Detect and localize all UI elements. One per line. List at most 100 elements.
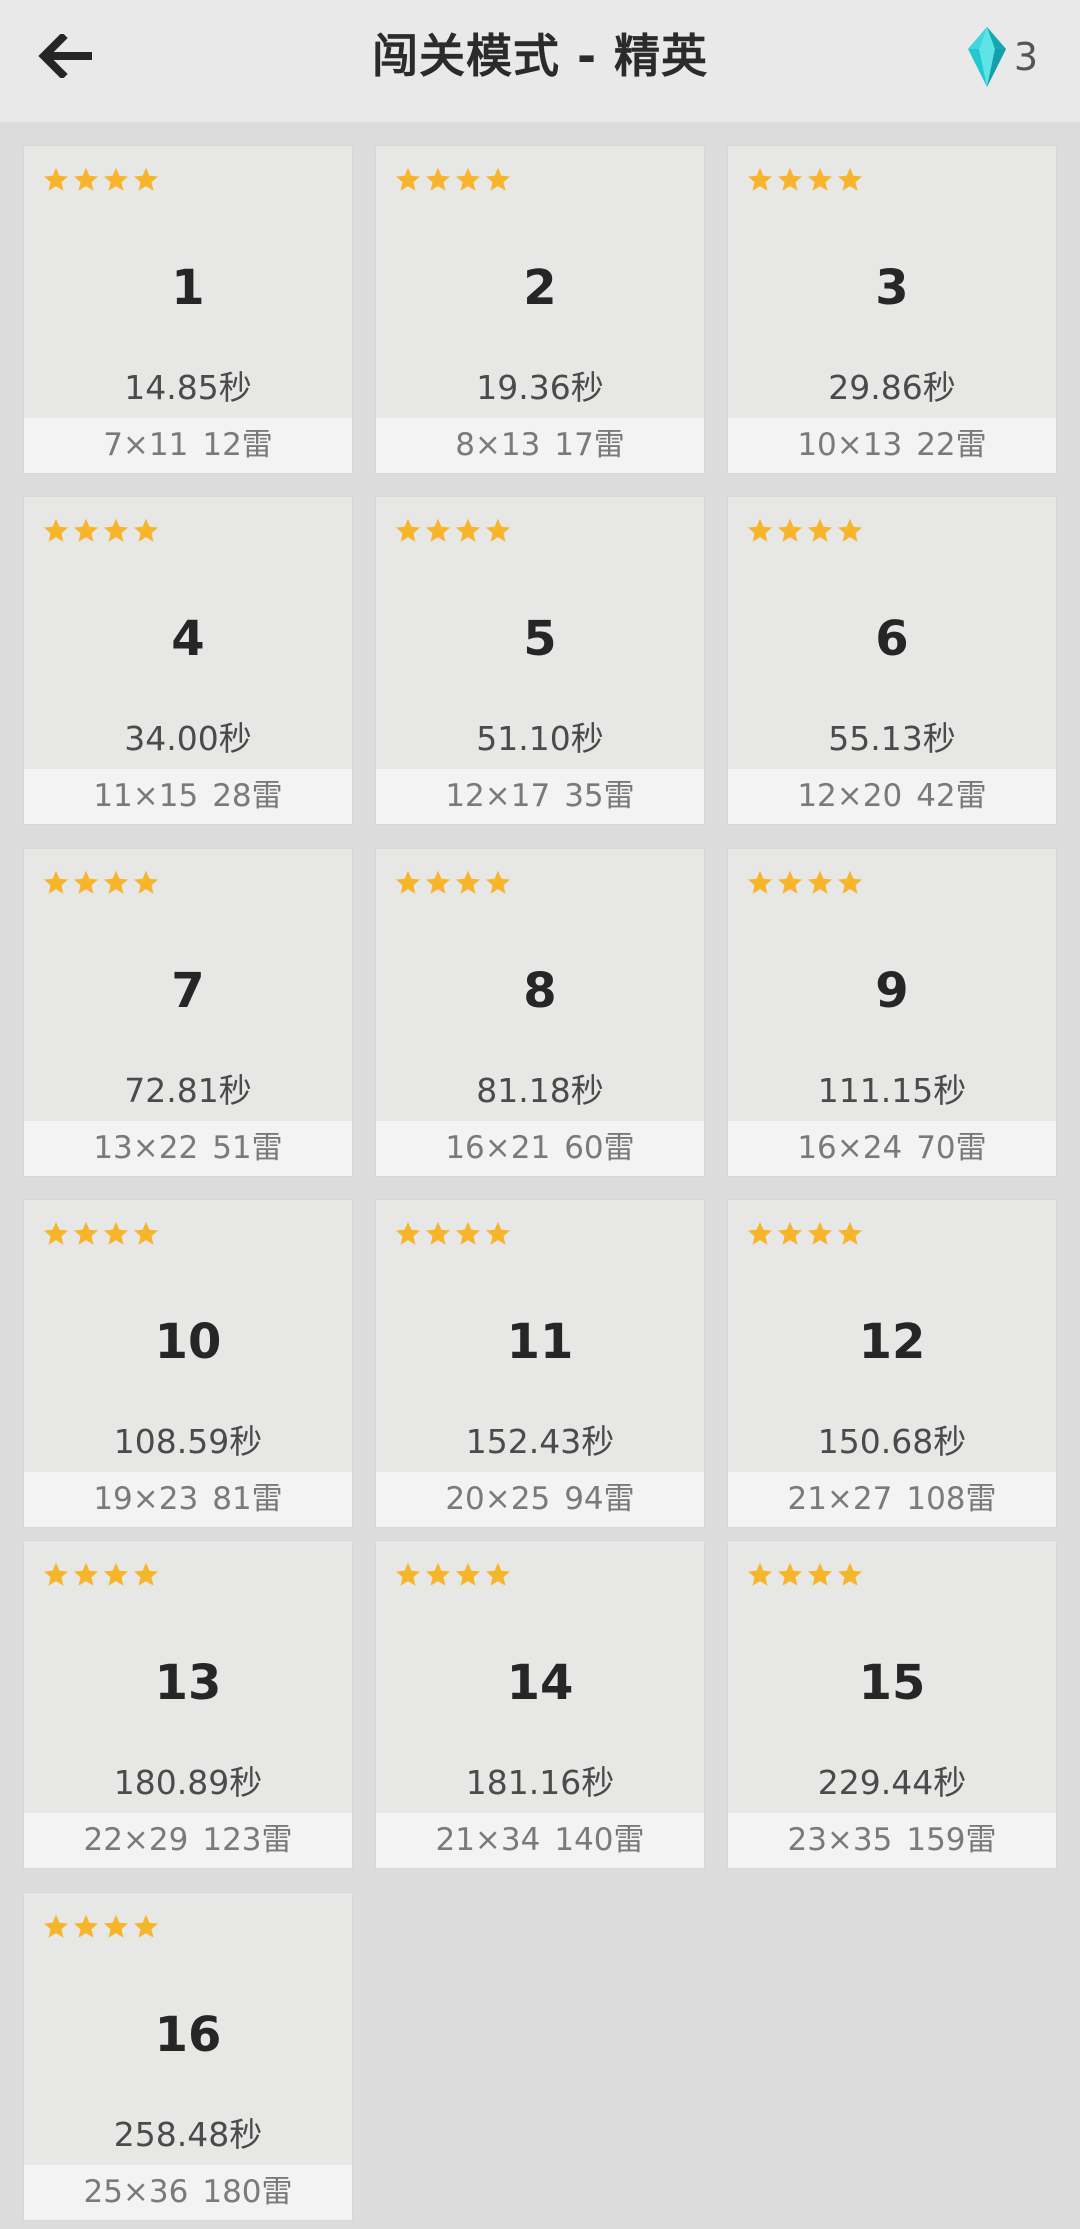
board-details: 10×13 22雷 — [728, 418, 1056, 473]
best-time: 258.48秒 — [113, 2115, 263, 2154]
star-icon — [133, 1914, 159, 1938]
star-icon — [73, 518, 99, 542]
star-rating — [42, 1561, 160, 1591]
board-size: 11×15 — [93, 778, 199, 814]
board-size: 10×13 — [797, 427, 903, 463]
star-icon — [133, 1221, 159, 1245]
level-card-10[interactable]: 10 108.59秒 19×23 81雷 — [24, 1200, 352, 1527]
best-time: 108.59秒 — [113, 1422, 263, 1461]
star-icon — [43, 518, 69, 542]
board-size: 25×36 — [83, 2174, 189, 2210]
level-card-6[interactable]: 6 55.13秒 12×20 42雷 — [728, 497, 1056, 824]
level-card-4[interactable]: 4 34.00秒 11×15 28雷 — [24, 497, 352, 824]
level-card-13[interactable]: 13 180.89秒 22×29 123雷 — [24, 1541, 352, 1868]
level-number: 2 — [523, 260, 557, 316]
level-card-16[interactable]: 16 258.48秒 25×36 180雷 — [24, 1893, 352, 2220]
board-size: 21×27 — [787, 1481, 893, 1517]
mine-count: 60雷 — [564, 1130, 635, 1166]
level-card-11[interactable]: 11 152.43秒 20×25 94雷 — [376, 1200, 704, 1527]
star-rating — [42, 1913, 160, 1943]
board-size: 8×13 — [455, 427, 541, 463]
level-grid: 1 14.85秒 7×11 12雷 2 19.36秒 8×13 17雷 3 29.86秒 10×13… — [0, 0, 1080, 2229]
level-number: 16 — [154, 2007, 222, 2063]
star-icon — [425, 1562, 451, 1586]
board-details: 22×29 123雷 — [24, 1813, 352, 1868]
star-icon — [455, 1221, 481, 1245]
star-rating — [42, 517, 160, 547]
level-card-2[interactable]: 2 19.36秒 8×13 17雷 — [376, 146, 704, 473]
board-size: 12×20 — [797, 778, 903, 814]
level-number: 15 — [858, 1655, 926, 1711]
star-icon — [485, 167, 511, 191]
star-icon — [425, 1221, 451, 1245]
level-number: 5 — [523, 611, 557, 667]
star-icon — [807, 518, 833, 542]
best-time: 55.13秒 — [828, 719, 956, 758]
star-icon — [395, 518, 421, 542]
best-time: 81.18秒 — [476, 1071, 604, 1110]
level-card-12[interactable]: 12 150.68秒 21×27 108雷 — [728, 1200, 1056, 1527]
level-card-8[interactable]: 8 81.18秒 16×21 60雷 — [376, 849, 704, 1176]
best-time: 180.89秒 — [113, 1763, 263, 1802]
level-card-15[interactable]: 15 229.44秒 23×35 159雷 — [728, 1541, 1056, 1868]
level-number: 9 — [875, 963, 909, 1019]
star-icon — [837, 870, 863, 894]
star-rating — [394, 517, 512, 547]
star-icon — [747, 1562, 773, 1586]
level-card-7[interactable]: 7 72.81秒 13×22 51雷 — [24, 849, 352, 1176]
star-rating — [746, 1220, 864, 1250]
level-card-3[interactable]: 3 29.86秒 10×13 22雷 — [728, 146, 1056, 473]
star-icon — [43, 1562, 69, 1586]
mine-count: 81雷 — [212, 1481, 283, 1517]
star-rating — [42, 166, 160, 196]
star-rating — [746, 869, 864, 899]
board-details: 25×36 180雷 — [24, 2165, 352, 2220]
level-card-14[interactable]: 14 181.16秒 21×34 140雷 — [376, 1541, 704, 1868]
star-icon — [807, 870, 833, 894]
board-details: 21×34 140雷 — [376, 1813, 704, 1868]
star-icon — [73, 167, 99, 191]
mine-count: 17雷 — [554, 427, 625, 463]
star-icon — [43, 870, 69, 894]
star-icon — [485, 518, 511, 542]
star-icon — [133, 1562, 159, 1586]
star-icon — [455, 518, 481, 542]
star-icon — [73, 1562, 99, 1586]
level-number: 1 — [171, 260, 205, 316]
board-details: 8×13 17雷 — [376, 418, 704, 473]
star-icon — [425, 870, 451, 894]
star-rating — [394, 869, 512, 899]
board-details: 7×11 12雷 — [24, 418, 352, 473]
star-icon — [807, 1221, 833, 1245]
star-icon — [485, 1562, 511, 1586]
star-icon — [807, 167, 833, 191]
star-icon — [777, 518, 803, 542]
best-time: 14.85秒 — [124, 368, 252, 407]
best-time: 29.86秒 — [828, 368, 956, 407]
level-number: 3 — [875, 260, 909, 316]
best-time: 19.36秒 — [476, 368, 604, 407]
mine-count: 123雷 — [202, 1822, 293, 1858]
mine-count: 28雷 — [212, 778, 283, 814]
star-icon — [103, 167, 129, 191]
board-details: 12×20 42雷 — [728, 769, 1056, 824]
star-icon — [395, 167, 421, 191]
star-icon — [425, 518, 451, 542]
best-time: 229.44秒 — [817, 1763, 967, 1802]
level-number: 8 — [523, 963, 557, 1019]
level-number: 6 — [875, 611, 909, 667]
level-card-5[interactable]: 5 51.10秒 12×17 35雷 — [376, 497, 704, 824]
star-icon — [777, 870, 803, 894]
level-card-1[interactable]: 1 14.85秒 7×11 12雷 — [24, 146, 352, 473]
mine-count: 35雷 — [564, 778, 635, 814]
mine-count: 159雷 — [906, 1822, 997, 1858]
level-card-9[interactable]: 9 111.15秒 16×24 70雷 — [728, 849, 1056, 1176]
star-icon — [747, 870, 773, 894]
board-details: 16×24 70雷 — [728, 1121, 1056, 1176]
board-details: 21×27 108雷 — [728, 1472, 1056, 1527]
board-details: 11×15 28雷 — [24, 769, 352, 824]
star-icon — [455, 1562, 481, 1586]
level-number: 12 — [858, 1314, 926, 1370]
star-icon — [455, 870, 481, 894]
star-icon — [395, 1562, 421, 1586]
